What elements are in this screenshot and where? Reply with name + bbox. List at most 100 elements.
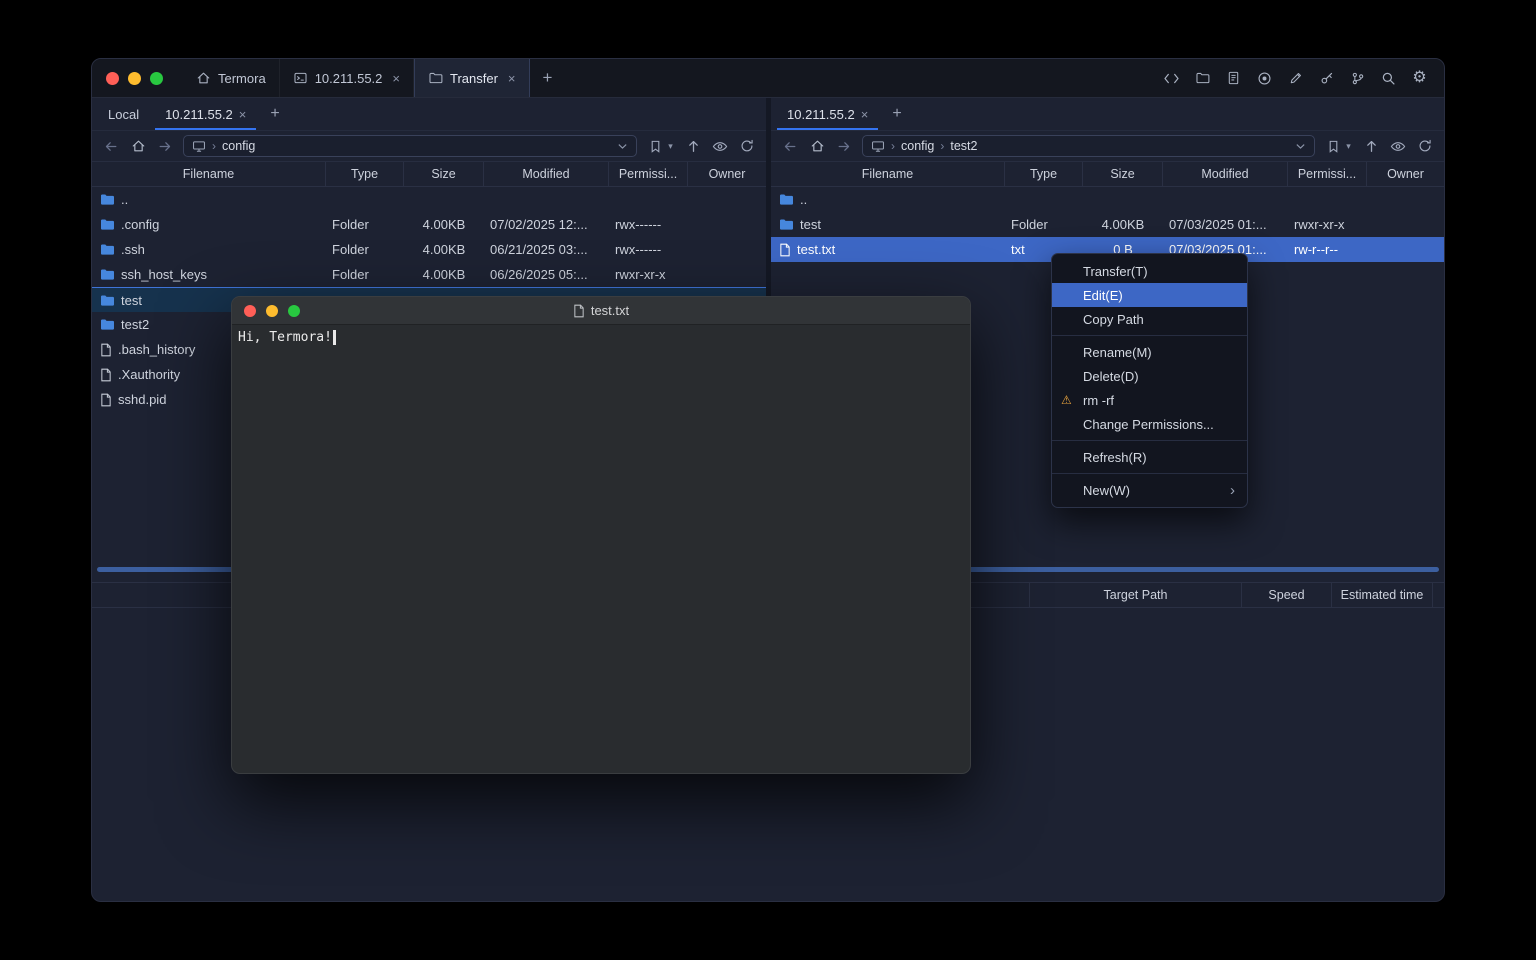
- filename-cell: ssh_host_keys: [92, 262, 326, 287]
- context-menu: Transfer(T)Edit(E)Copy Path Rename(M) Dele…: [1051, 253, 1248, 508]
- panel-new-tab-button[interactable]: +: [259, 98, 290, 130]
- bookmark-icon[interactable]: [1324, 137, 1342, 155]
- column-header-size[interactable]: Size: [404, 162, 484, 186]
- back-icon[interactable]: [102, 137, 120, 155]
- breadcrumb-segment[interactable]: config: [901, 139, 934, 153]
- close-tab-icon[interactable]: ×: [392, 72, 400, 85]
- back-icon[interactable]: [781, 137, 799, 155]
- perm-cell: rw-r--r--: [1288, 237, 1367, 262]
- forward-icon[interactable]: [835, 137, 853, 155]
- editor-minimize-button[interactable]: [266, 305, 278, 317]
- column-header-permissi[interactable]: Permissi...: [609, 162, 688, 186]
- breadcrumb-segment[interactable]: test2: [950, 139, 977, 153]
- panel-tab-local[interactable]: Local: [95, 98, 152, 130]
- edit-icon[interactable]: [1286, 69, 1305, 88]
- titlebar-tab-10-211-55-2[interactable]: 10.211.55.2×: [280, 59, 414, 97]
- editor-content[interactable]: Hi, Termora!: [232, 325, 970, 350]
- menu-item-edit-e[interactable]: Edit(E): [1052, 283, 1247, 307]
- zoom-window-button[interactable]: [150, 72, 163, 85]
- menu-item-new-w[interactable]: New(W)›: [1052, 478, 1247, 502]
- breadcrumb: ›config: [212, 139, 255, 153]
- panel-new-tab-button[interactable]: +: [881, 98, 912, 130]
- refresh-icon[interactable]: [1416, 137, 1434, 155]
- menu-item-rename-m[interactable]: Rename(M): [1052, 340, 1247, 364]
- transfer-column-estimated-time[interactable]: Estimated time: [1331, 583, 1433, 607]
- titlebar-tab-termora[interactable]: Termora: [183, 59, 280, 97]
- column-header-type[interactable]: Type: [326, 162, 404, 186]
- code-icon[interactable]: [1162, 69, 1181, 88]
- panel-tab-10-211-55-2[interactable]: 10.211.55.2×: [152, 98, 259, 130]
- column-header-owner[interactable]: Owner: [1367, 162, 1444, 186]
- column-header-permissi[interactable]: Permissi...: [1288, 162, 1367, 186]
- column-header-size[interactable]: Size: [1083, 162, 1163, 186]
- home-icon: [196, 71, 211, 85]
- menu-item-refresh-r[interactable]: Refresh(R): [1052, 445, 1247, 469]
- titlebar-drag-area: [565, 59, 1162, 97]
- home-icon[interactable]: [129, 137, 147, 155]
- transfer-column-speed[interactable]: Speed: [1241, 583, 1331, 607]
- close-tab-icon[interactable]: ×: [508, 72, 516, 85]
- modified-cell: 07/02/2025 12:...: [484, 212, 609, 237]
- settings-icon[interactable]: ⚙: [1410, 69, 1429, 88]
- refresh-icon[interactable]: [738, 137, 756, 155]
- editor-close-button[interactable]: [244, 305, 256, 317]
- path-bar[interactable]: ›config: [183, 135, 637, 157]
- bookmark-icon[interactable]: [646, 137, 664, 155]
- home-icon[interactable]: [808, 137, 826, 155]
- column-header-filename[interactable]: Filename: [771, 162, 1005, 186]
- file-row-ssh[interactable]: .sshFolder4.00KB06/21/2025 03:...rwx----…: [92, 237, 766, 262]
- editor-zoom-button[interactable]: [288, 305, 300, 317]
- chevron-down-icon[interactable]: [1295, 143, 1306, 150]
- eye-icon[interactable]: [711, 137, 729, 155]
- new-tab-button[interactable]: +: [530, 59, 566, 97]
- folder-icon: [100, 243, 115, 256]
- breadcrumb-separator: ›: [940, 139, 944, 153]
- transfer-column-target-path[interactable]: Target Path: [1029, 583, 1241, 607]
- file-name: sshd.pid: [118, 387, 166, 412]
- forward-icon[interactable]: [156, 137, 174, 155]
- up-icon[interactable]: [1362, 137, 1380, 155]
- eye-icon[interactable]: [1389, 137, 1407, 155]
- file-row-[interactable]: ..: [771, 187, 1444, 212]
- column-header-owner[interactable]: Owner: [688, 162, 766, 186]
- snippets-icon[interactable]: [1224, 69, 1243, 88]
- menu-item-delete-d[interactable]: Delete(D): [1052, 364, 1247, 388]
- column-header-type[interactable]: Type: [1005, 162, 1083, 186]
- panel-tab-10-211-55-2[interactable]: 10.211.55.2×: [774, 98, 881, 130]
- breadcrumb-segment[interactable]: config: [222, 139, 255, 153]
- column-header-modified[interactable]: Modified: [1163, 162, 1288, 186]
- folder-icon: [100, 294, 115, 307]
- panel-tab-bar: Local10.211.55.2× +: [92, 98, 766, 131]
- size-cell: [404, 187, 484, 212]
- folder-outline-icon[interactable]: [1193, 69, 1212, 88]
- close-tab-icon[interactable]: ×: [861, 108, 869, 121]
- menu-item-transfer-t[interactable]: Transfer(T): [1052, 259, 1247, 283]
- chevron-down-icon[interactable]: [617, 143, 628, 150]
- minimize-window-button[interactable]: [128, 72, 141, 85]
- tab-label: Termora: [218, 71, 266, 86]
- caret-down-icon[interactable]: ▾: [1344, 137, 1353, 155]
- keychain-icon[interactable]: [1317, 69, 1336, 88]
- column-header-filename[interactable]: Filename: [92, 162, 326, 186]
- menu-item-change-permissions[interactable]: Change Permissions...: [1052, 412, 1247, 436]
- close-tab-icon[interactable]: ×: [239, 108, 247, 121]
- menu-item-rm-rf[interactable]: ⚠rm -rf: [1052, 388, 1247, 412]
- menu-item-label: Delete(D): [1083, 369, 1139, 384]
- path-bar[interactable]: ›config›test2: [862, 135, 1315, 157]
- search-icon[interactable]: [1379, 69, 1398, 88]
- file-icon: [100, 368, 112, 382]
- close-window-button[interactable]: [106, 72, 119, 85]
- file-row-test[interactable]: testFolder4.00KB07/03/2025 01:...rwxr-xr…: [771, 212, 1444, 237]
- file-row-[interactable]: ..: [92, 187, 766, 212]
- file-row-config[interactable]: .configFolder4.00KB07/02/2025 12:...rwx-…: [92, 212, 766, 237]
- titlebar-tab-transfer[interactable]: Transfer×: [414, 59, 530, 97]
- file-row-ssh-host-keys[interactable]: ssh_host_keysFolder4.00KB06/26/2025 05:.…: [92, 262, 766, 287]
- titlebar-actions: ⚙: [1162, 59, 1444, 97]
- column-header-modified[interactable]: Modified: [484, 162, 609, 186]
- up-icon[interactable]: [684, 137, 702, 155]
- git-branch-icon[interactable]: [1348, 69, 1367, 88]
- menu-item-copy-path[interactable]: Copy Path: [1052, 307, 1247, 331]
- record-icon[interactable]: [1255, 69, 1274, 88]
- caret-down-icon[interactable]: ▾: [666, 137, 675, 155]
- file-icon: [779, 243, 791, 257]
